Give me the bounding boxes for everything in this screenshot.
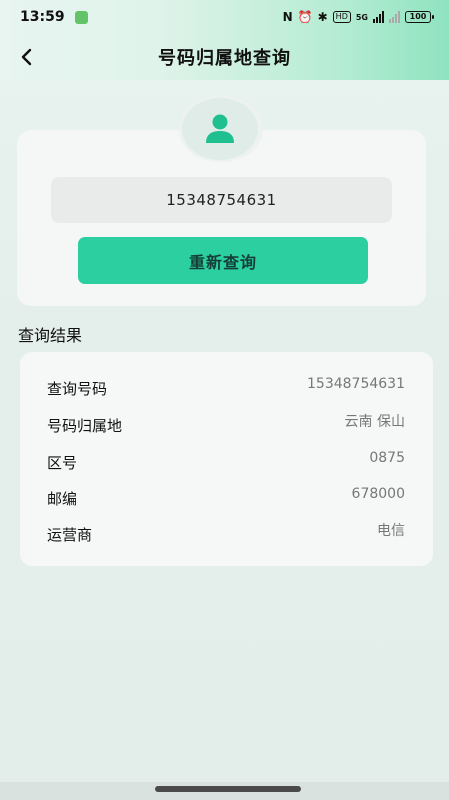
result-label: 号码归属地 xyxy=(47,416,123,435)
result-value: 电信 xyxy=(377,523,405,539)
alarm-icon: ⏰ xyxy=(297,10,313,24)
result-label: 查询号码 xyxy=(47,379,108,398)
result-value: 15348754631 xyxy=(307,376,405,392)
phone-number-input[interactable] xyxy=(51,177,392,223)
navigation-bar: 号码归属地查询 xyxy=(0,34,449,80)
hd-icon: HD xyxy=(332,11,351,23)
back-button[interactable] xyxy=(10,40,44,74)
result-label: 邮编 xyxy=(47,489,78,508)
status-icons: N ⏰ ✱ HD 5G 100 xyxy=(282,10,434,24)
result-row-location: 号码归属地 云南 保山 xyxy=(20,410,433,440)
status-bar: 13:59 N ⏰ ✱ HD 5G 100 xyxy=(0,0,449,34)
results-section-title: 查询结果 xyxy=(18,326,83,345)
signal-strength-icon xyxy=(373,11,384,23)
results-card: 查询号码 15348754631 号码归属地 云南 保山 区号 0875 邮编 … xyxy=(20,352,433,566)
result-value: 云南 保山 xyxy=(344,414,405,430)
requery-button[interactable]: 重新查询 xyxy=(78,237,368,284)
signal-strength-secondary-icon xyxy=(389,11,400,23)
result-row-area-code: 区号 0875 xyxy=(20,447,433,477)
result-row-number: 查询号码 15348754631 xyxy=(20,373,433,403)
status-time: 13:59 xyxy=(20,9,65,25)
result-value: 0875 xyxy=(369,450,405,466)
page-title: 号码归属地查询 xyxy=(158,48,291,69)
result-value: 678000 xyxy=(351,486,405,502)
result-label: 运营商 xyxy=(47,525,93,544)
nfc-icon: N xyxy=(282,10,293,24)
network-type-label: 5G xyxy=(355,12,368,22)
home-indicator[interactable] xyxy=(155,786,301,792)
avatar xyxy=(182,98,258,160)
chevron-left-icon xyxy=(21,48,32,66)
bluetooth-icon: ✱ xyxy=(317,10,328,24)
user-icon xyxy=(206,114,234,143)
result-row-postcode: 邮编 678000 xyxy=(20,483,433,513)
result-row-carrier: 运营商 电信 xyxy=(20,519,433,549)
result-label: 区号 xyxy=(47,453,78,472)
battery-icon: 100 xyxy=(405,11,434,23)
app-notification-icon xyxy=(74,10,88,24)
